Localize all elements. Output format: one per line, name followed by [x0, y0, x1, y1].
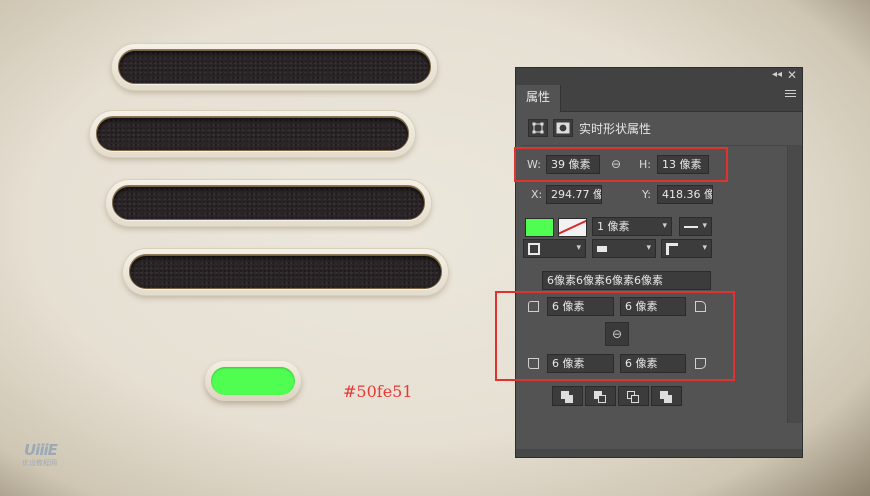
stroke-width-value: 1 像素	[597, 220, 630, 233]
stroke-caps-icon	[597, 246, 607, 252]
stroke-align-icon	[528, 243, 540, 255]
chevron-down-icon: ▾	[576, 243, 581, 253]
slot-shape-3	[106, 180, 431, 226]
solid-line-icon	[684, 226, 698, 228]
chevron-down-icon: ▾	[702, 243, 707, 253]
panel-scrollbar[interactable]	[787, 145, 802, 423]
slot-shape-1	[112, 44, 437, 90]
y-position-field[interactable]: 418.36 像	[657, 185, 713, 204]
close-icon[interactable]: ✕	[787, 68, 797, 82]
panel-header-title: 实时形状属性	[579, 122, 652, 136]
slot-shape-4	[123, 249, 448, 295]
stroke-type-dropdown[interactable]: ▾	[679, 217, 712, 236]
green-pill-shape	[205, 361, 301, 401]
x-label: X:	[531, 188, 543, 201]
stroke-caps-dropdown[interactable]: ▾	[592, 239, 656, 258]
intersect-shapes-button[interactable]	[618, 386, 649, 406]
transform-shape-icon[interactable]	[528, 119, 548, 137]
combine-shapes-button[interactable]	[552, 386, 583, 406]
stroke-color-swatch[interactable]	[558, 218, 587, 237]
mask-icon[interactable]	[553, 119, 573, 137]
slot-inner-2	[96, 117, 409, 151]
properties-panel: ◂◂ ✕ 属性 实时形状属性 W: 39 像素 ⊖ H: 13 像素 X: 29…	[515, 67, 803, 458]
stroke-corners-icon	[666, 243, 678, 255]
slot-inner-4	[129, 255, 442, 289]
hex-color-label: #50fe51	[343, 382, 413, 401]
collapse-panel-icon[interactable]: ◂◂	[772, 69, 782, 80]
stroke-width-dropdown[interactable]: 1 像素 ▾	[592, 217, 672, 236]
site-logo: UiiiE	[24, 441, 58, 459]
chevron-down-icon: ▾	[646, 243, 651, 253]
panel-top-bar: ◂◂ ✕	[516, 68, 802, 85]
green-pill-fill	[211, 367, 295, 395]
corner-highlight-box	[495, 291, 735, 381]
tab-properties[interactable]: 属性	[516, 85, 561, 112]
chevron-down-icon: ▾	[702, 221, 707, 231]
stroke-align-dropdown[interactable]: ▾	[523, 239, 586, 258]
divider	[521, 145, 787, 146]
x-position-field[interactable]: 294.77 像	[546, 185, 602, 204]
chevron-down-icon: ▾	[662, 221, 667, 231]
y-label: Y:	[642, 188, 651, 201]
stroke-corners-dropdown[interactable]: ▾	[661, 239, 712, 258]
panel-menu-icon[interactable]	[785, 90, 796, 100]
panel-tab-bar: 属性	[516, 85, 802, 112]
combined-corner-radius-field[interactable]: 6像素6像素6像素6像素	[542, 271, 711, 290]
slot-shape-2	[90, 111, 415, 157]
panel-footer	[516, 449, 802, 457]
subtract-shapes-button[interactable]	[585, 386, 616, 406]
exclude-shapes-button[interactable]	[651, 386, 682, 406]
fill-color-swatch[interactable]	[525, 218, 554, 237]
slot-inner-1	[118, 50, 431, 84]
site-logo-subtitle: 优设教程网	[22, 459, 57, 467]
size-highlight-box	[514, 147, 728, 182]
slot-inner-3	[112, 186, 425, 220]
